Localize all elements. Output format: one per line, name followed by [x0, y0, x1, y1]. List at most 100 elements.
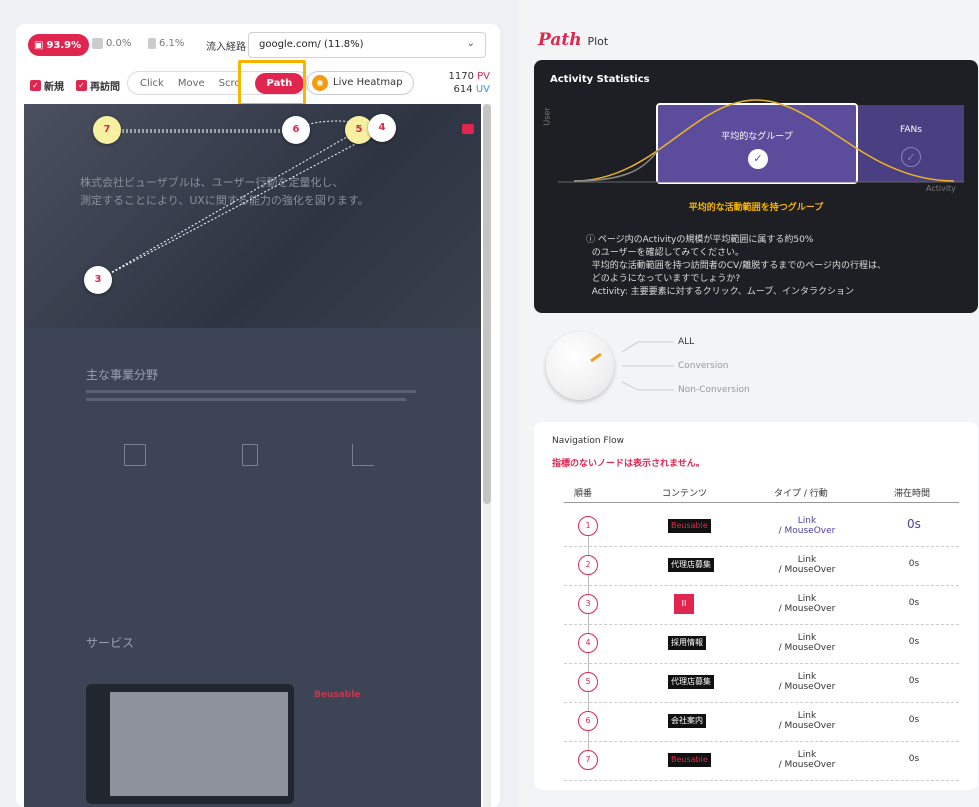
row-type-link: Link: [797, 555, 817, 565]
uv-value: 614: [453, 84, 473, 95]
row-type-link: Link: [797, 633, 817, 643]
row-content[interactable]: 会社案内: [668, 714, 706, 728]
path-point[interactable]: 7: [93, 116, 121, 144]
referrer-label: 流入経路: [206, 42, 246, 53]
page-screenshot[interactable]: 株式会社ビューザブルは、ユーザー行動を定量化し、 測定することにより、UXに関す…: [24, 104, 481, 807]
row-order: 3: [578, 594, 598, 614]
row-content[interactable]: 代理店募集: [668, 675, 714, 689]
live-heatmap-label: Live Heatmap: [333, 77, 403, 88]
new-visitor-checkbox[interactable]: ✓ 新規: [30, 78, 64, 93]
filter-knob[interactable]: [546, 332, 614, 400]
knob-option-all[interactable]: ALL: [678, 337, 694, 347]
distribution-curve-left: [573, 149, 659, 182]
row-type: Link / MouseOver: [762, 633, 852, 653]
row-content[interactable]: Beusable: [668, 753, 711, 767]
row-order: 7: [578, 750, 598, 770]
row-type: Link / MouseOver: [762, 711, 852, 731]
activity-curve: [558, 99, 964, 183]
path-segment: [97, 129, 360, 281]
connector: [621, 381, 674, 391]
row-type-action: / MouseOver: [778, 682, 836, 692]
connector: [621, 341, 674, 353]
path-segment: [97, 129, 383, 281]
row-time: 0s: [908, 559, 920, 569]
x-axis-label: Activity: [926, 184, 956, 193]
checkbox-checked-icon: ✓: [76, 80, 87, 91]
device-tablet-value: 0.0%: [106, 38, 132, 49]
row-type-action: / MouseOver: [778, 526, 836, 536]
row-order: 4: [578, 633, 598, 653]
row-divider: [564, 663, 959, 664]
row-divider: [564, 585, 959, 586]
live-heatmap-icon: ◉: [312, 75, 328, 91]
row-type: Link / MouseOver: [762, 516, 852, 536]
knob-option-conversion[interactable]: Conversion: [678, 361, 728, 371]
referrer-value: google.com/ (11.8%): [259, 39, 364, 50]
row-content[interactable]: 代理店募集: [668, 558, 714, 572]
pv-value: 1170: [448, 71, 474, 82]
row-time: 0s: [908, 637, 920, 647]
navigation-flow-card: Navigation Flow 指標のないノードは表示されません。 順番 コンテ…: [534, 422, 978, 790]
row-content[interactable]: II: [674, 594, 694, 614]
path-tab-highlight: [238, 60, 306, 106]
col-type: タイプ / 行動: [774, 489, 828, 499]
tab-click[interactable]: Click: [140, 78, 164, 89]
row-divider: [564, 624, 959, 625]
path-lines: [97, 120, 383, 281]
row-type-action: / MouseOver: [778, 760, 836, 770]
heatmap-panel: ▣ 93.9% 0.0% 6.1% 流入経路 google.com/ (11.8…: [16, 24, 500, 807]
device-tablet-toggle[interactable]: 0.0%: [92, 38, 131, 49]
row-time: 0s: [907, 517, 921, 531]
row-divider: [564, 780, 959, 781]
referrer-dropdown[interactable]: google.com/ (11.8%) ⌄: [248, 32, 486, 58]
row-type-action: / MouseOver: [778, 604, 836, 614]
device-mobile-toggle[interactable]: 6.1%: [148, 38, 184, 49]
logo-text: Path: [538, 30, 582, 50]
knob-connectors: [621, 341, 674, 391]
scrollbar-thumb[interactable]: [483, 104, 491, 504]
col-order: 順番: [574, 489, 593, 499]
uv-unit: UV: [475, 84, 490, 95]
row-type: Link / MouseOver: [762, 555, 852, 575]
row-type: Link / MouseOver: [762, 594, 852, 614]
row-order: 5: [578, 672, 598, 692]
mobile-icon: [148, 38, 156, 49]
row-type-action: / MouseOver: [778, 565, 836, 575]
live-heatmap-button[interactable]: ◉ Live Heatmap: [306, 71, 414, 95]
row-type-link: Link: [797, 711, 817, 721]
desktop-icon: ▣: [34, 39, 44, 51]
activity-statistics-card: Activity Statistics User 平均的なグループ ✓ FANs…: [534, 60, 978, 313]
chevron-down-icon: ⌄: [466, 38, 475, 49]
returning-visitor-checkbox[interactable]: ✓ 再訪問: [76, 78, 120, 93]
device-desktop-toggle[interactable]: ▣ 93.9%: [28, 34, 90, 56]
header-divider: [564, 502, 959, 503]
row-type-action: / MouseOver: [778, 721, 836, 731]
col-time: 滞在時間: [894, 489, 931, 499]
activity-note: ⓘ ページ内のActivityの規模が平均範囲に属する約50% のユーザーを確認…: [586, 235, 887, 297]
row-type: Link / MouseOver: [762, 672, 852, 692]
flow-warning: 指標のないノードは表示されません。: [552, 459, 705, 469]
row-time: 0s: [908, 676, 920, 686]
row-divider: [564, 702, 959, 703]
path-point[interactable]: 4: [368, 114, 396, 142]
checkbox-checked-icon: ✓: [30, 80, 41, 91]
row-time: 0s: [908, 598, 920, 608]
pv-uv-counter: 1170 PV 614 UV: [448, 70, 490, 96]
group-caption: 平均的な活動範囲を持つグループ: [688, 203, 824, 213]
path-point[interactable]: 3: [84, 266, 112, 294]
row-order: 6: [578, 711, 598, 731]
device-mobile-value: 6.1%: [159, 38, 185, 49]
knob-option-nonconversion[interactable]: Non-Conversion: [678, 385, 750, 395]
path-point[interactable]: 6: [282, 116, 310, 144]
logo-sub: Plot: [587, 35, 609, 48]
distribution-curve: [573, 99, 955, 182]
row-content[interactable]: Beusable: [668, 519, 711, 533]
tab-move[interactable]: Move: [178, 78, 205, 89]
row-type-link: Link: [797, 672, 817, 682]
row-divider: [564, 546, 959, 547]
col-content: コンテンツ: [662, 489, 708, 499]
row-order: 2: [578, 555, 598, 575]
row-type-action: / MouseOver: [778, 643, 836, 653]
row-content[interactable]: 採用情報: [668, 636, 706, 650]
tablet-icon: [92, 38, 103, 49]
